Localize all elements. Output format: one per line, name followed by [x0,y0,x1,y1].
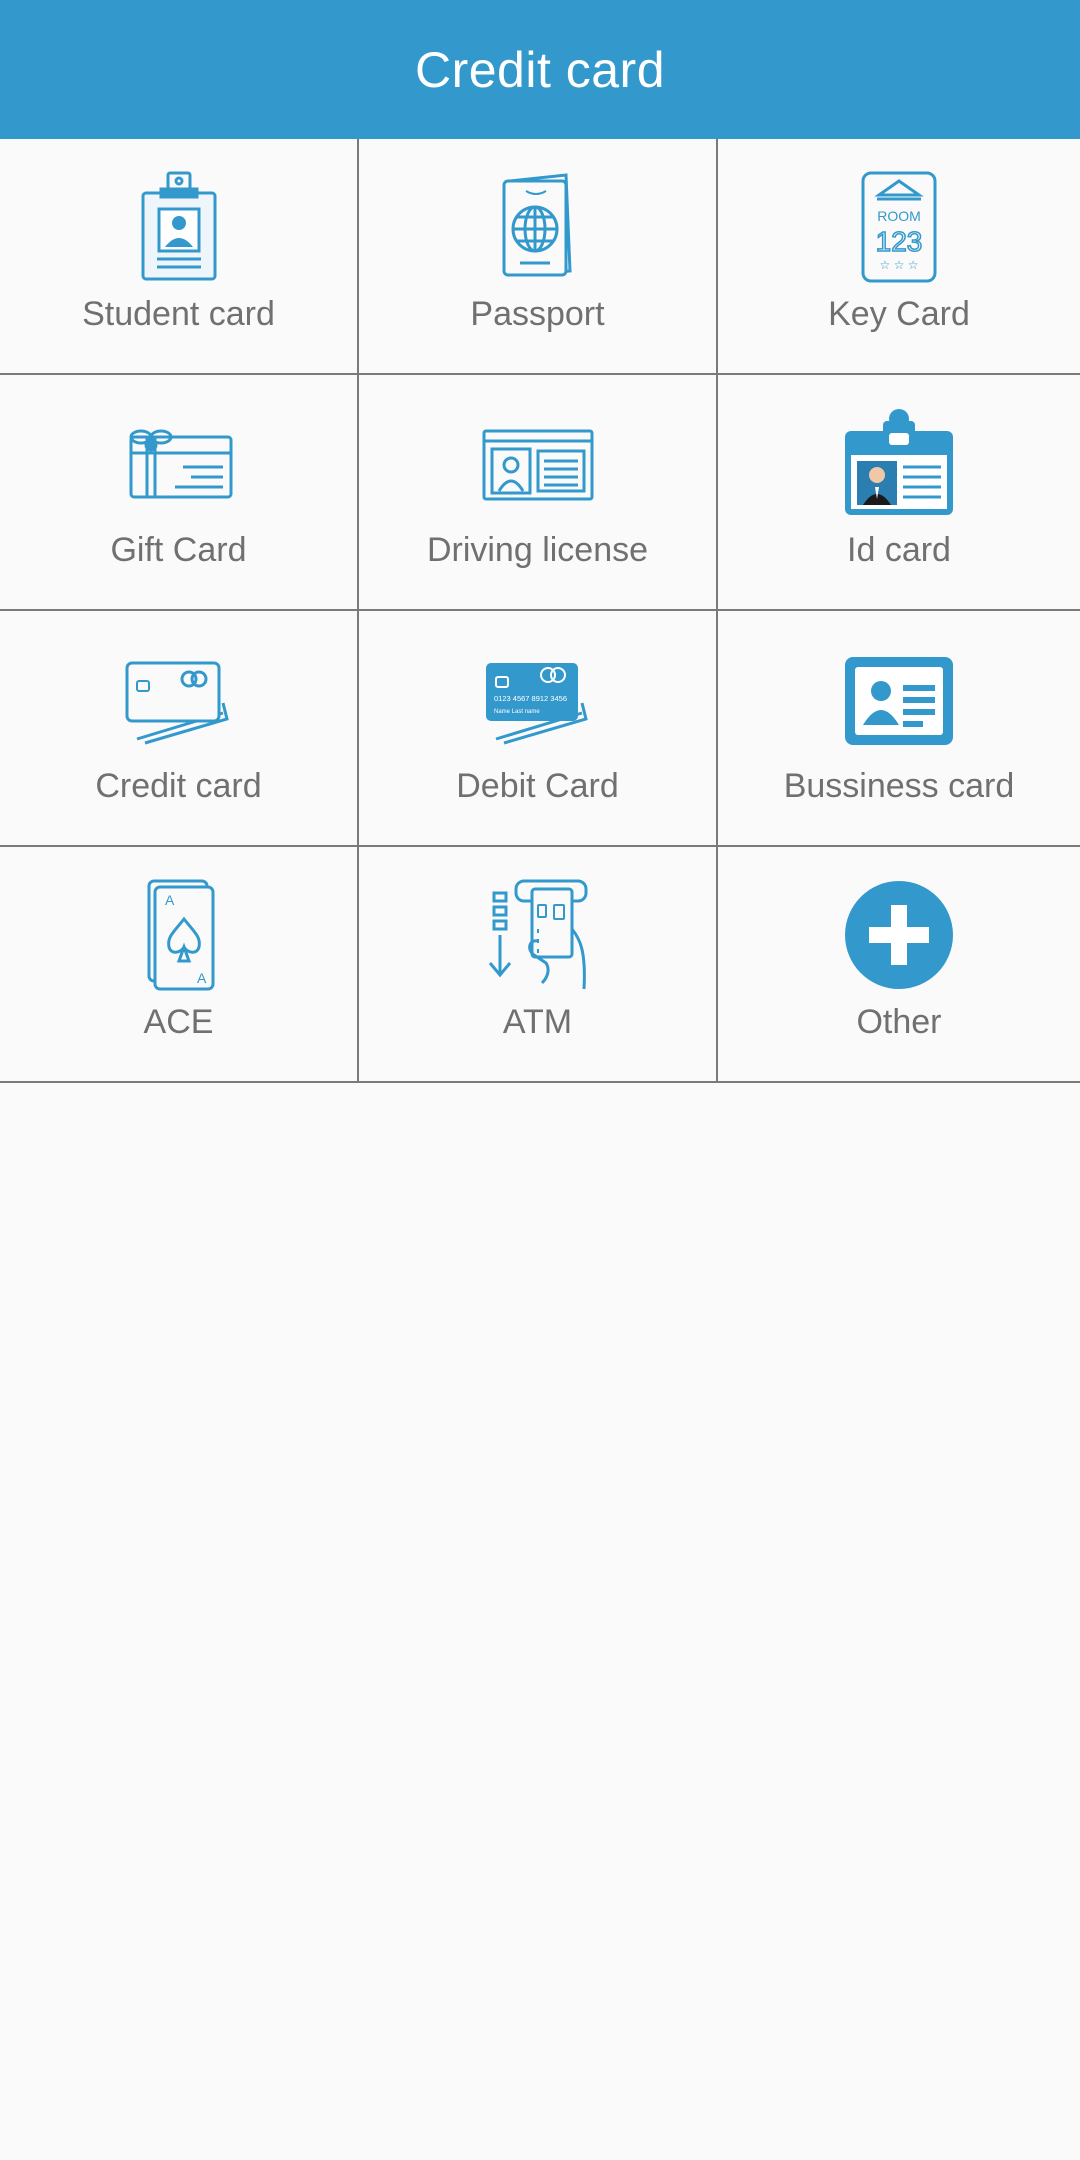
key-card-number-text: 123 [876,226,923,257]
grid-item-driving-license[interactable]: Driving license [359,375,718,611]
svg-text:☆ ☆ ☆: ☆ ☆ ☆ [880,258,919,272]
grid-item-label: ACE [143,1003,214,1041]
grid-item-label: Debit Card [456,767,619,805]
student-card-icon [123,171,235,283]
key-card-icon: ROOM 123 ☆ ☆ ☆ [843,171,955,283]
driving-license-icon [482,407,594,519]
atm-icon [482,879,594,991]
ace-letter-bottom: A [197,970,207,986]
key-card-room-text: ROOM [877,208,921,224]
grid-item-business-card[interactable]: Bussiness card [718,611,1080,847]
ace-card-icon: A A [123,879,235,991]
debit-card-number-text: 0123 4567 8912 3456 [494,694,567,703]
grid-item-student-card[interactable]: Student card [0,139,359,375]
grid-item-label: Student card [82,295,275,333]
grid-item-atm[interactable]: ATM [359,847,718,1083]
grid-item-key-card[interactable]: ROOM 123 ☆ ☆ ☆ Key Card [718,139,1080,375]
grid-item-credit-card[interactable]: Credit card [0,611,359,847]
grid-item-label: Id card [847,531,951,569]
grid-item-ace[interactable]: A A ACE [0,847,359,1083]
app-screen: Credit card Student card Passport ROOM 1… [0,0,1080,2160]
grid-item-label: Credit card [95,767,262,805]
card-type-grid: Student card Passport ROOM 123 ☆ ☆ ☆ Key… [0,139,1080,1083]
passport-icon [482,171,594,283]
credit-card-icon [123,643,235,755]
grid-item-label: Key Card [828,295,970,333]
plus-circle-icon [843,879,955,991]
debit-card-name-text: Name Last name [494,709,540,715]
page-title: Credit card [414,42,666,98]
debit-card-icon: 0123 4567 8912 3456 Name Last name [482,643,594,755]
grid-item-other[interactable]: Other [718,847,1080,1083]
grid-item-label: ATM [502,1003,573,1041]
grid-item-id-card[interactable]: Id card [718,375,1080,611]
app-bar: Credit card [0,0,1080,140]
ace-letter-top: A [165,892,175,908]
business-card-icon [843,643,955,755]
grid-item-label: Bussiness card [783,767,1015,805]
grid-item-label: Driving license [426,531,649,569]
grid-item-label: Passport [470,295,605,333]
gift-card-icon [123,407,235,519]
grid-item-debit-card[interactable]: 0123 4567 8912 3456 Name Last name Debit… [359,611,718,847]
grid-item-label: Other [856,1003,942,1041]
grid-item-gift-card[interactable]: Gift Card [0,375,359,611]
grid-item-label: Gift Card [110,531,247,569]
grid-item-passport[interactable]: Passport [359,139,718,375]
id-card-icon [843,407,955,519]
